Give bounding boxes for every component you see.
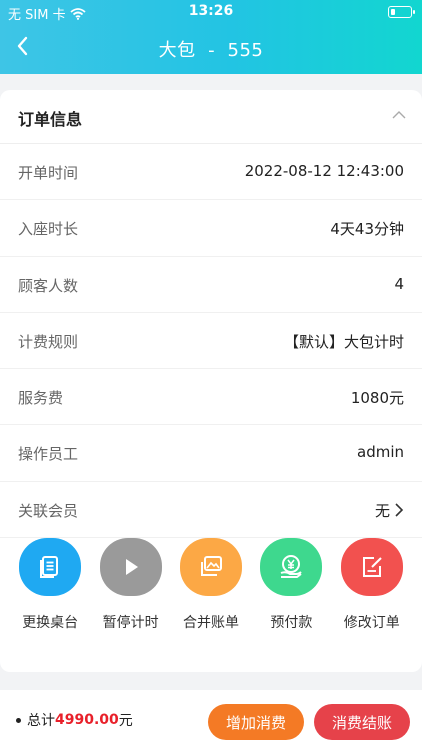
play-icon: [125, 559, 138, 575]
change-table-button[interactable]: 更换桌台: [10, 538, 90, 632]
add-consumption-button[interactable]: 增加消费: [208, 704, 304, 740]
row-value: 4: [394, 274, 404, 293]
info-row-billing-rule: 计费规则 【默认】大包计时: [0, 313, 422, 370]
total-suffix: 元: [118, 713, 133, 729]
chevron-right-icon: [395, 503, 404, 517]
document-stack-icon: [40, 556, 59, 578]
bottom-bar: 总计 4990.00 元 增加消费 消费结账: [0, 690, 422, 750]
battery-icon: [388, 6, 415, 18]
app-header: 无 SIM 卡 13:26 大包 - 555: [0, 0, 422, 74]
bullet-dot: [16, 717, 21, 723]
battery-level: [390, 8, 395, 15]
info-row-duration: 入座时长 4天43分钟: [0, 200, 422, 257]
checkout-button[interactable]: 消费结账: [314, 704, 410, 740]
row-value: 4天43分钟: [330, 220, 404, 239]
info-row-open-time: 开单时间 2022-08-12 12:43:00: [0, 144, 422, 201]
row-label: 操作员工: [18, 445, 79, 464]
row-label: 入座时长: [18, 220, 79, 239]
total-summary: 总计 4990.00 元: [16, 710, 133, 730]
pause-timer-button[interactable]: 暂停计时: [91, 538, 171, 632]
row-value: 【默认】大包计时: [283, 332, 404, 351]
row-value: admin: [357, 443, 404, 462]
page-title: 大包 - 555: [158, 40, 264, 61]
action-circle: [340, 538, 403, 596]
row-value: 无: [375, 500, 404, 521]
merge-bill-button[interactable]: 合并账单: [171, 538, 251, 632]
member-value: 无: [374, 501, 390, 520]
order-info-header[interactable]: 订单信息: [0, 90, 422, 144]
nav-bar: 大包 - 555: [0, 24, 422, 74]
action-label: 更换桌台: [22, 615, 79, 631]
action-grid: 更换桌台 暂停计时 合并账单 预付款 修改订单: [0, 538, 422, 632]
action-circle: [179, 538, 242, 596]
info-row-member[interactable]: 关联会员 无: [0, 482, 422, 539]
edit-note-icon: [362, 557, 382, 577]
status-bar: 无 SIM 卡 13:26: [0, 0, 422, 24]
row-value: 1080元: [350, 389, 404, 408]
row-label: 开单时间: [18, 164, 79, 182]
yen-hand-icon: [280, 555, 303, 578]
action-circle: [99, 538, 162, 596]
prepayment-button[interactable]: 预付款: [251, 538, 331, 632]
edit-order-button[interactable]: 修改订单: [332, 538, 412, 632]
row-label: 顾客人数: [18, 276, 79, 295]
action-label: 预付款: [270, 615, 313, 631]
chevron-up-icon[interactable]: [392, 110, 406, 120]
action-circle: [260, 538, 323, 596]
row-label: 关联会员: [18, 501, 79, 520]
row-value: 2022-08-12 12:43:00: [244, 162, 404, 180]
info-row-guests: 顾客人数 4: [0, 257, 422, 313]
action-label: 合并账单: [182, 615, 239, 631]
merge-images-icon: [200, 556, 222, 576]
action-label: 暂停计时: [102, 615, 159, 631]
action-label: 修改订单: [343, 615, 400, 631]
total-prefix: 总计: [27, 713, 55, 729]
action-circle: [19, 538, 82, 596]
info-row-operator: 操作员工 admin: [0, 425, 422, 482]
status-time: 13:26: [188, 3, 234, 19]
order-info-title: 订单信息: [18, 110, 83, 129]
row-label: 计费规则: [18, 332, 79, 351]
order-info-card: 订单信息 开单时间 2022-08-12 12:43:00 入座时长 4天43分…: [0, 90, 422, 672]
info-row-service-fee: 服务费 1080元: [0, 369, 422, 426]
total-amount: 4990.00: [55, 712, 119, 728]
row-label: 服务费: [18, 389, 64, 408]
